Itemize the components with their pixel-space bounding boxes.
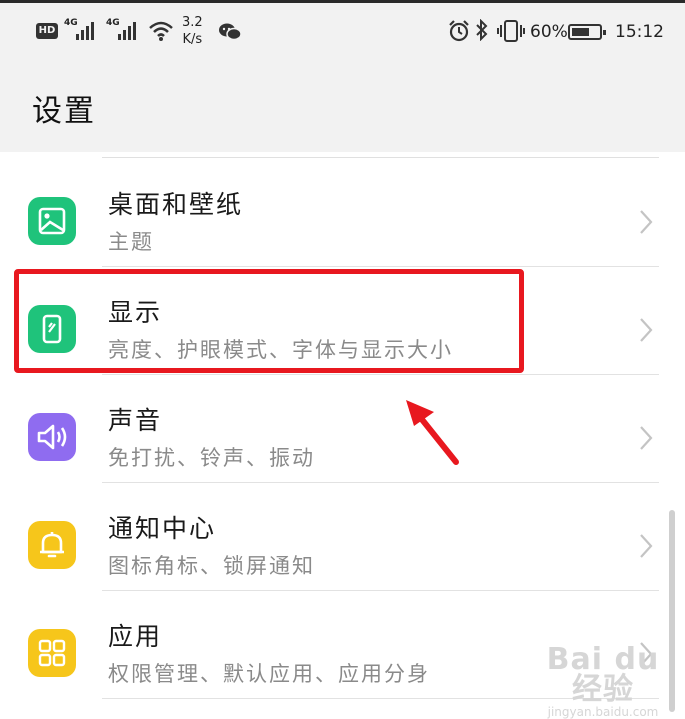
- wallpaper-icon: [28, 197, 76, 245]
- chevron-right-icon: [639, 317, 653, 347]
- status-bar: HD 4G 4G 3.2 K/s 60% 15:12: [0, 14, 685, 54]
- chevron-right-icon: [639, 425, 653, 455]
- clock: 15:12: [615, 22, 664, 42]
- signal-icon: [74, 20, 100, 40]
- settings-item-wallpaper[interactable]: 桌面和壁纸 主题: [0, 159, 685, 267]
- battery-percent: 60%: [530, 22, 568, 42]
- settings-item-notifications[interactable]: 通知中心 图标角标、锁屏通知: [0, 483, 685, 591]
- settings-item-title: 应用: [108, 622, 163, 651]
- watermark-brand: Bai du 经验: [546, 642, 660, 707]
- highlight-box: [14, 269, 524, 373]
- vibrate-icon: [497, 20, 525, 46]
- apps-grid-icon: [28, 629, 76, 677]
- chevron-right-icon: [639, 209, 653, 239]
- watermark-url: jingyan.baidu.com: [547, 705, 659, 719]
- speaker-icon: [28, 413, 76, 461]
- bluetooth-icon: [475, 18, 489, 46]
- settings-item-title: 通知中心: [108, 514, 217, 543]
- red-arrow-icon: [398, 394, 464, 472]
- bell-icon: [28, 521, 76, 569]
- settings-item-title: 声音: [108, 406, 163, 435]
- settings-item-subtitle: 免打扰、铃声、振动: [108, 446, 315, 470]
- settings-item-title: 桌面和壁纸: [108, 190, 244, 219]
- signal-icon-2: [116, 20, 142, 40]
- wechat-icon: [218, 22, 242, 46]
- divider: [102, 157, 659, 158]
- settings-item-subtitle: 主题: [108, 230, 154, 254]
- hd-badge: HD: [36, 23, 58, 39]
- wifi-icon: [148, 20, 174, 46]
- settings-item-sound[interactable]: 声音 免打扰、铃声、振动: [0, 375, 685, 483]
- battery-icon: [568, 24, 606, 40]
- alarm-icon: [448, 20, 470, 46]
- settings-item-subtitle: 图标角标、锁屏通知: [108, 554, 315, 578]
- settings-item-subtitle: 权限管理、默认应用、应用分身: [108, 662, 430, 686]
- page-title: 设置: [32, 94, 96, 129]
- chevron-right-icon: [639, 533, 653, 563]
- network-speed: 3.2 K/s: [182, 15, 203, 47]
- baidu-jingyan-watermark: Bai du 经验 jingyan.baidu.com: [528, 645, 678, 719]
